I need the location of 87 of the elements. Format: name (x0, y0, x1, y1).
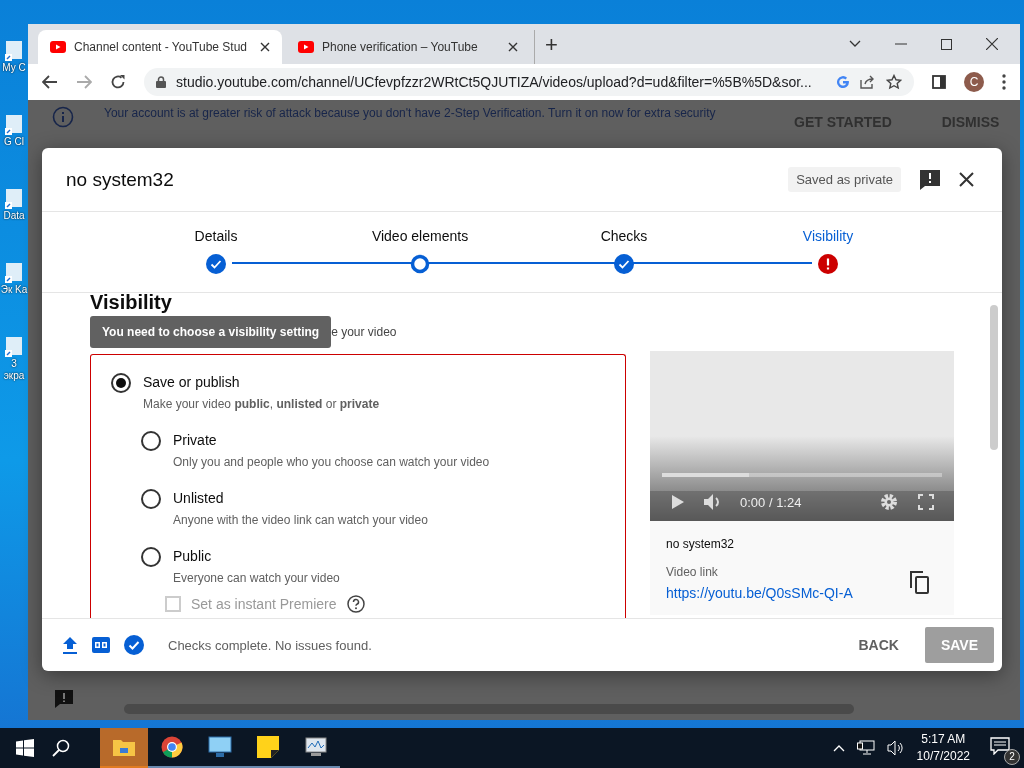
chevron-up-icon[interactable] (832, 744, 845, 752)
tooltip: You need to choose a visibility setting (90, 316, 332, 348)
share-icon[interactable] (860, 75, 876, 89)
radio-button[interactable] (141, 547, 161, 567)
more-vertical-icon[interactable] (1002, 74, 1006, 90)
reload-icon[interactable] (110, 74, 126, 90)
help-icon[interactable] (346, 595, 365, 613)
desktop-icon-label[interactable]: G Cl (0, 136, 28, 148)
desktop-icon-label[interactable]: My C (0, 62, 28, 74)
close-icon[interactable] (508, 42, 518, 52)
radio-button[interactable] (141, 489, 161, 509)
folder-icon (113, 738, 135, 756)
star-icon[interactable] (886, 74, 902, 90)
checks-status: Checks complete. No issues found. (168, 637, 372, 653)
chrome-icon (161, 736, 183, 758)
radio-button[interactable] (141, 431, 161, 451)
video-link[interactable]: https://youtu.be/Q0sSMc-QI-A (666, 585, 853, 601)
dialog-title: no system32 (66, 168, 175, 191)
option-description: Only you and people who you choose can watch your video (173, 455, 490, 469)
back-button[interactable]: BACK (846, 627, 911, 663)
shortcut-icon[interactable] (4, 188, 24, 210)
stepper-step[interactable]: Checks (522, 212, 726, 292)
option-description: Everyone can watch your video (173, 571, 340, 585)
sticky-note-icon (257, 736, 279, 758)
tab-title: Channel content - YouTube Stud (74, 40, 249, 54)
tab-title: Phone verification – YouTube (322, 40, 479, 54)
fullscreen-icon[interactable] (918, 494, 934, 510)
windows-start-icon[interactable] (16, 739, 34, 757)
browser-tab[interactable]: Channel content - YouTube Stud (38, 30, 282, 64)
shortcut-icon[interactable] (4, 40, 24, 62)
info-icon (52, 106, 74, 128)
close-icon[interactable] (260, 42, 270, 52)
maximize-icon[interactable] (941, 38, 952, 50)
check-circle-icon (124, 635, 144, 655)
side-panel-icon[interactable] (932, 75, 946, 89)
option-label: Private (173, 431, 218, 449)
search-icon[interactable] (52, 739, 70, 757)
shortcut-icon[interactable] (4, 262, 24, 284)
chevron-down-icon[interactable] (849, 40, 861, 48)
clock-time[interactable]: 5:17 AM (921, 731, 966, 748)
stepper-step[interactable]: Video elements (318, 212, 522, 292)
stepper-step[interactable]: Details (114, 212, 318, 292)
notification-badge: 2 (1004, 749, 1020, 765)
radio-button[interactable] (111, 373, 131, 393)
step-error-icon (818, 254, 838, 274)
option-label: Save or publish (143, 373, 241, 391)
vertical-scrollbar[interactable] (990, 305, 998, 450)
performance-monitor-icon (304, 736, 328, 758)
notification-icon[interactable] (990, 737, 1010, 755)
option-label: Unlisted (173, 489, 225, 507)
copy-icon[interactable] (910, 571, 930, 595)
save-status-chip: Saved as private (788, 167, 901, 192)
volume-icon[interactable] (886, 740, 905, 756)
play-logo-icon (50, 41, 66, 53)
stepper-step[interactable]: Visibility (726, 212, 930, 292)
upload-icon (62, 636, 78, 654)
monitor-icon (208, 736, 232, 758)
close-icon[interactable] (986, 38, 998, 50)
option-label: Public (173, 547, 213, 565)
checkbox-label: Set as instant Premiere (191, 596, 337, 612)
option-description: Make your video public, unlisted or private (143, 397, 380, 411)
clock-date[interactable]: 10/7/2022 (916, 748, 970, 765)
play-icon[interactable] (672, 495, 684, 509)
network-icon[interactable] (856, 740, 875, 756)
link-label: Video link (666, 565, 719, 579)
settings-icon[interactable] (880, 493, 898, 511)
desktop-icon-label[interactable]: 3 экра (0, 358, 28, 382)
option-description: Anyone with the video link can watch your video (173, 513, 428, 527)
close-icon[interactable] (959, 172, 974, 187)
step-check-icon (206, 254, 226, 274)
shortcut-icon[interactable] (4, 336, 24, 358)
desktop-icon-label[interactable]: Эк Ka (0, 284, 28, 296)
section-heading: Visibility (90, 293, 173, 314)
back-arrow-icon[interactable] (42, 75, 58, 89)
time-readout: 0:00 / 1:24 (740, 494, 802, 510)
play-logo-icon (298, 41, 314, 53)
browser-tab[interactable]: Phone verification – YouTube (286, 30, 530, 64)
banner-message: Your account is at greater risk of attack because you don't have 2-Step Verification. Turn it on now for extra security (104, 106, 717, 120)
profile-avatar[interactable]: C (964, 72, 984, 92)
shortcut-icon[interactable] (4, 114, 24, 136)
lock-icon (156, 76, 166, 88)
address-field[interactable]: studio.youtube.com/channel/UCfevpfzzr2WRtCt5QJUTIZA/videos/upload?d=ud&filter=%5B%5D&sor... (144, 68, 914, 96)
google-icon[interactable] (836, 75, 850, 89)
feedback-icon[interactable] (919, 168, 941, 191)
video-title: no system32 (666, 537, 736, 551)
section-subtitle: e your video (331, 325, 397, 339)
desktop-icon-label[interactable]: Data (0, 210, 28, 222)
